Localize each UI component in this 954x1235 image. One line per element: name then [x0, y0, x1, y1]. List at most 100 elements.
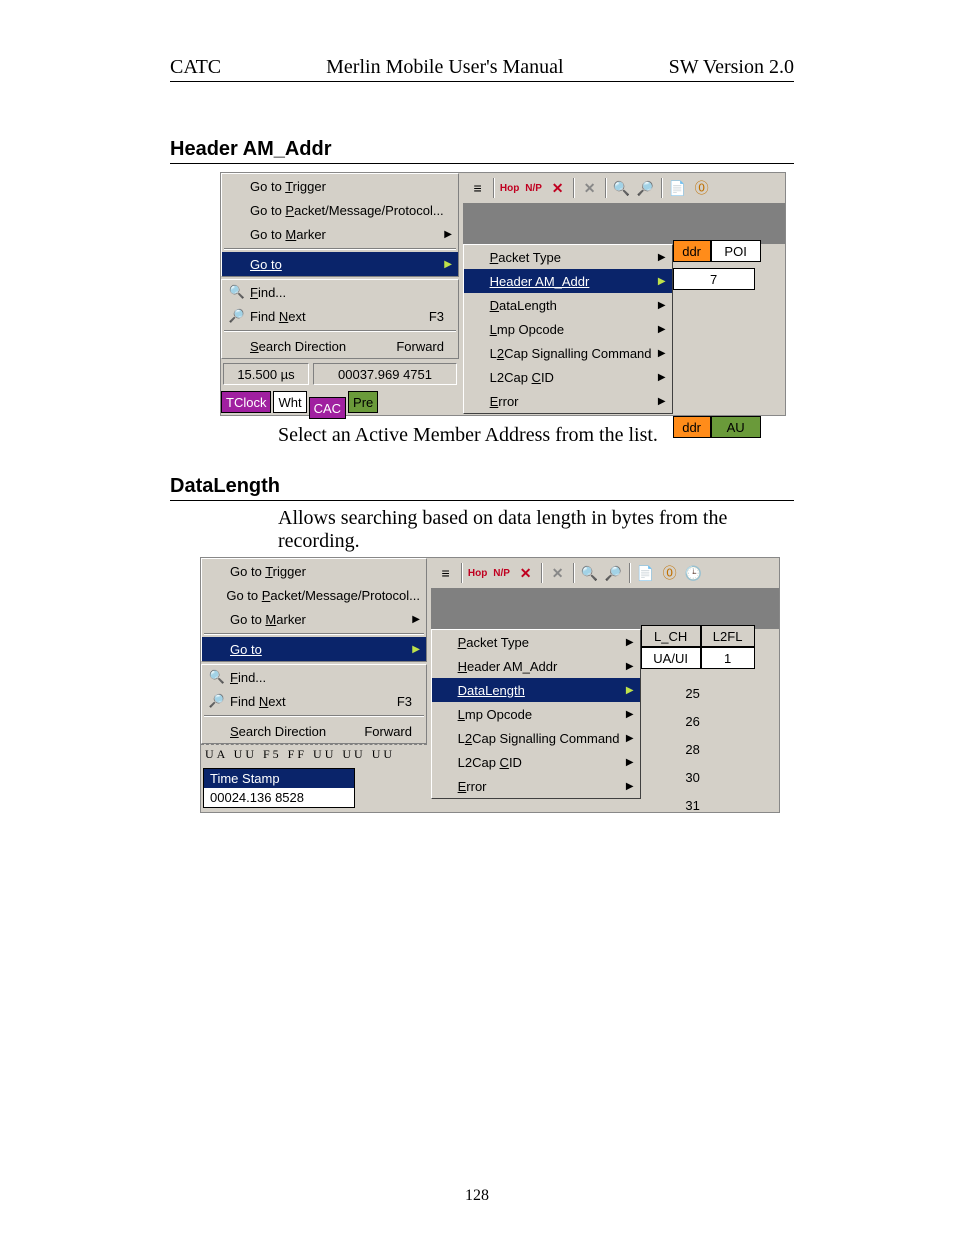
chevron-right-icon: ▶: [656, 324, 666, 335]
menu-find-next[interactable]: 🔎 Find Next F3: [222, 304, 458, 328]
value-26[interactable]: 26: [663, 707, 723, 735]
submenu-goto: Packet Type ▶ Header AM_Addr ▶ DataLengt…: [431, 629, 641, 799]
submenu-error[interactable]: Error ▶: [432, 774, 640, 798]
submenu-datalength[interactable]: DataLength ▶: [432, 678, 640, 702]
hop-icon[interactable]: Hop: [499, 177, 521, 199]
note-icon[interactable]: 📄: [635, 562, 657, 584]
chevron-right-icon: ▶: [624, 709, 634, 720]
hdr-left: CATC: [170, 56, 221, 79]
accel-f3: F3: [377, 694, 420, 709]
intro-datalength: Allows searching based on data length in…: [278, 507, 794, 553]
menu-goto-packet[interactable]: Go to Packet/Message/Protocol...: [222, 198, 458, 222]
search-icon: 🔍: [228, 284, 246, 300]
submenu-l2cap-cid[interactable]: L2Cap CID ▶: [464, 365, 672, 389]
value-31[interactable]: 31: [663, 791, 723, 819]
submenu-goto: Packet Type ▶ Header AM_Addr ▶ DataLengt…: [463, 244, 673, 414]
menu-goto-marker[interactable]: Go to Marker ▶: [222, 222, 458, 246]
x2-icon[interactable]: ✕: [579, 177, 601, 199]
search-direction-value: Forward: [344, 724, 420, 739]
toolbar-separator: [573, 178, 575, 198]
toolbar-separator: [493, 178, 495, 198]
x1-icon[interactable]: ✕: [547, 177, 569, 199]
timestamp-label: Time Stamp: [204, 769, 354, 788]
cell-ddr2: ddr: [673, 416, 711, 438]
submenu-header-am-addr[interactable]: Header AM_Addr ▶: [464, 269, 672, 293]
warn-icon[interactable]: ⓪: [691, 177, 713, 199]
menu-separator: [204, 715, 424, 717]
menu-find[interactable]: 🔍 Find...: [222, 280, 458, 304]
mag-icon[interactable]: 🔍: [611, 177, 633, 199]
submenu-lmp-opcode[interactable]: Lmp Opcode ▶: [464, 317, 672, 341]
submenu-l2cap-sig[interactable]: L2Cap Signalling Command ▶: [432, 726, 640, 750]
menu-goto-marker[interactable]: Go to Marker ▶: [202, 607, 426, 631]
submenu-lmp-opcode[interactable]: Lmp Opcode ▶: [432, 702, 640, 726]
menu-search-direction[interactable]: Search Direction Forward: [222, 334, 458, 358]
menu-goto-trigger[interactable]: Go to Trigger: [222, 174, 458, 198]
chevron-right-icon: ▶: [656, 372, 666, 383]
search-icon: 🔍: [208, 669, 226, 685]
menu-goto-trigger[interactable]: Go to Trigger: [202, 559, 426, 583]
menu-goto[interactable]: Go to ▶: [202, 637, 426, 661]
chevron-right-icon: ▶: [442, 259, 452, 270]
chevron-right-icon: ▶: [624, 661, 634, 672]
toolbar-separator: [461, 563, 463, 583]
chevron-right-icon: ▶: [656, 252, 666, 263]
chevron-right-icon: ▶: [624, 781, 634, 792]
toolbar-separator: [541, 563, 543, 583]
search-next-icon: 🔎: [208, 693, 226, 709]
fig-header-am-addr: Go to Trigger Go to Packet/Message/Proto…: [220, 172, 786, 416]
menu-separator: [224, 248, 456, 250]
search-direction-value: Forward: [376, 339, 452, 354]
value-30[interactable]: 30: [663, 763, 723, 791]
menu-find[interactable]: 🔍 Find...: [202, 665, 426, 689]
tag-pre: Pre: [348, 391, 378, 413]
box-timestamp: 00037.969 4751: [313, 363, 457, 385]
note-icon[interactable]: 📄: [667, 177, 689, 199]
chevron-right-icon: ▶: [624, 685, 634, 696]
clock-icon[interactable]: 🕒: [683, 562, 705, 584]
hdr-l2fl: L2FL: [701, 625, 755, 647]
menu-goto-packet[interactable]: Go to Packet/Message/Protocol...: [202, 583, 426, 607]
submenu-datalength[interactable]: DataLength ▶: [464, 293, 672, 317]
toolbar-separator: [605, 178, 607, 198]
warn-icon[interactable]: ⓪: [659, 562, 681, 584]
submenu-l2cap-sig[interactable]: L2Cap Signalling Command ▶: [464, 341, 672, 365]
x1-icon[interactable]: ✕: [515, 562, 537, 584]
chevron-right-icon: ▶: [656, 396, 666, 407]
toolbar: ≡ Hop N/P ✕ ✕ 🔍 🔎 📄 ⓪ 🕒: [431, 558, 779, 589]
x2-icon[interactable]: ✕: [547, 562, 569, 584]
np-icon[interactable]: N/P: [523, 177, 545, 199]
value-25[interactable]: 25: [663, 679, 723, 707]
chevron-right-icon: ▶: [442, 229, 452, 240]
chevron-right-icon: ▶: [656, 276, 666, 287]
mag2-icon[interactable]: 🔎: [603, 562, 625, 584]
value-28[interactable]: 28: [663, 735, 723, 763]
hex-row: UA UU F5 FF UU UU UU: [201, 744, 427, 764]
submenu-l2cap-cid[interactable]: L2Cap CID ▶: [432, 750, 640, 774]
menu-find-next[interactable]: 🔎 Find Next F3: [202, 689, 426, 713]
chevron-right-icon: ▶: [656, 300, 666, 311]
menu-goto[interactable]: Go to ▶: [222, 252, 458, 276]
list-icon[interactable]: ≡: [435, 562, 457, 584]
submenu-error[interactable]: Error ▶: [464, 389, 672, 413]
submenu-packet-type[interactable]: Packet Type ▶: [464, 245, 672, 269]
mag-icon[interactable]: 🔍: [579, 562, 601, 584]
submenu-header-am-addr[interactable]: Header AM_Addr ▶: [432, 654, 640, 678]
gray-pane: [431, 589, 779, 629]
mag2-icon[interactable]: 🔎: [635, 177, 657, 199]
toolbar-separator: [661, 178, 663, 198]
menu-separator: [204, 633, 424, 635]
list-icon[interactable]: ≡: [467, 177, 489, 199]
submenu-packet-type[interactable]: Packet Type ▶: [432, 630, 640, 654]
hdr-center: Merlin Mobile User's Manual: [326, 56, 563, 79]
hop-icon[interactable]: Hop: [467, 562, 489, 584]
cell-ua-ui: UA/UI: [641, 647, 701, 669]
cell-7: 7: [673, 268, 755, 290]
menu-search-direction[interactable]: Search Direction Forward: [202, 719, 426, 743]
box-time: 15.500 µs: [223, 363, 309, 385]
hdr-l-ch: L_CH: [641, 625, 701, 647]
page-number: 128: [0, 1187, 954, 1205]
tag-cac: CAC: [309, 397, 346, 419]
np-icon[interactable]: N/P: [491, 562, 513, 584]
cell-au: AU: [711, 416, 761, 438]
